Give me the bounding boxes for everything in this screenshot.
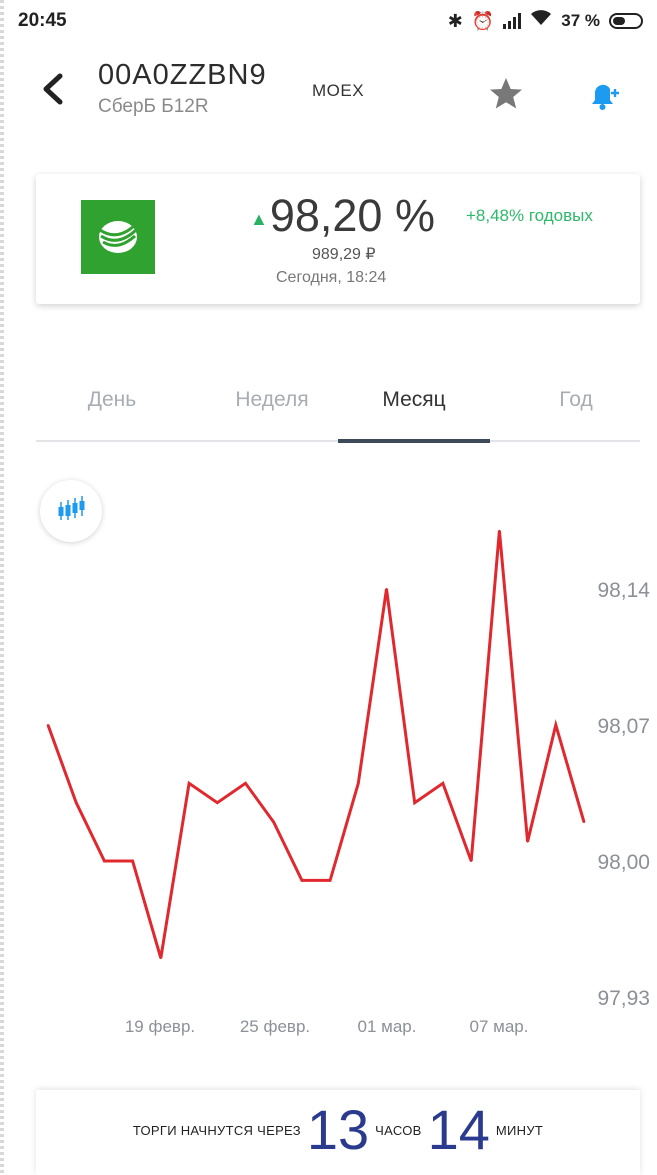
- sber-logo: [81, 200, 155, 274]
- data-point: [131, 860, 134, 862]
- alarm-icon: ⏰: [471, 10, 495, 31]
- trading-countdown-banner: ТОРГИ НАЧНУТСЯ ЧЕРЕЗ 13 ЧАСОВ 14 МИНУТ: [36, 1090, 640, 1175]
- y-tick-label: 97,93: [597, 987, 650, 1010]
- data-point: [413, 801, 416, 804]
- x-tick-label: 01 мар.: [358, 1017, 417, 1036]
- data-point: [47, 724, 49, 726]
- countdown-minutes: 14: [427, 1098, 490, 1161]
- data-point: [159, 957, 162, 960]
- data-point: [498, 529, 501, 532]
- countdown-row: ТОРГИ НАЧНУТСЯ ЧЕРЕЗ 13 ЧАСОВ 14 МИНУТ: [36, 1098, 640, 1162]
- add-alert-button[interactable]: [584, 76, 624, 116]
- update-time: Сегодня, 18:24: [276, 269, 387, 286]
- data-point: [441, 782, 444, 785]
- instrument-name: СберБ Б12R: [98, 96, 209, 117]
- data-point: [329, 879, 332, 882]
- status-bar: 20:45 ✱ ⏰ 37 %: [0, 0, 657, 44]
- countdown-hours-label: ЧАСОВ: [375, 1122, 422, 1138]
- data-point: [272, 821, 275, 824]
- quote-card: ▲98,20 % +8,48% годовых 989,29 ₽ Сегодня…: [36, 174, 640, 304]
- x-tick-label: 25 февр.: [240, 1017, 310, 1036]
- data-point: [188, 782, 191, 785]
- signal-icon: [503, 12, 522, 29]
- wifi-icon: [530, 9, 552, 32]
- tab-month[interactable]: Месяц: [354, 388, 474, 412]
- data-point: [583, 821, 585, 824]
- favorite-button[interactable]: [486, 74, 526, 114]
- current-price: ▲98,20 %: [250, 190, 435, 242]
- status-icons: ✱ ⏰ 37 %: [448, 9, 643, 32]
- x-tick-label: 07 мар.: [470, 1017, 529, 1036]
- instrument-header: 00A0ZZBN9 СберБ Б12R MOEX: [0, 50, 657, 130]
- data-point: [75, 801, 78, 804]
- data-point: [300, 879, 303, 882]
- x-tick-label: 19 февр.: [125, 1017, 195, 1036]
- tab-week[interactable]: Неделя: [212, 388, 332, 412]
- price-rub: 989,29 ₽: [312, 246, 376, 263]
- y-tick-label: 98,07: [597, 715, 650, 738]
- y-tick-label: 98,00: [597, 851, 650, 874]
- candlestick-icon: [58, 496, 85, 520]
- data-point: [526, 840, 529, 843]
- data-point: [244, 782, 247, 785]
- bluetooth-icon: ✱: [447, 10, 463, 31]
- price-value: 98,20 %: [269, 190, 435, 241]
- chart-type-button[interactable]: [40, 480, 102, 542]
- tab-day[interactable]: День: [72, 388, 152, 412]
- price-line: [46, 530, 586, 959]
- battery-percent: 37 %: [561, 10, 600, 30]
- bell-plus-icon: [592, 84, 619, 110]
- active-tab-indicator: [338, 439, 490, 443]
- countdown-hours: 13: [306, 1098, 370, 1161]
- star-icon: [490, 78, 522, 109]
- y-tick-label: 98,14: [597, 579, 650, 602]
- chevron-left-icon: [43, 73, 63, 105]
- ticker: 00A0ZZBN9: [98, 59, 267, 91]
- data-point: [385, 588, 388, 590]
- annual-yield: +8,48% годовых: [466, 206, 593, 225]
- countdown-prefix: ТОРГИ НАЧНУТСЯ ЧЕРЕЗ: [132, 1122, 301, 1138]
- data-point: [470, 860, 473, 862]
- sber-logo-icon: [99, 221, 138, 253]
- back-button[interactable]: [38, 68, 68, 108]
- battery-icon: [609, 12, 643, 29]
- status-time: 20:45: [18, 10, 67, 31]
- tab-year[interactable]: Год: [536, 388, 616, 412]
- period-tabs: День Неделя Месяц Год: [36, 372, 640, 444]
- up-triangle-icon: ▲: [250, 208, 268, 229]
- data-point: [554, 724, 557, 726]
- exchange-label: MOEX: [312, 81, 365, 100]
- data-point: [216, 801, 219, 804]
- countdown-minutes-label: МИНУТ: [495, 1122, 544, 1138]
- data-point: [357, 782, 360, 785]
- data-point: [103, 860, 106, 862]
